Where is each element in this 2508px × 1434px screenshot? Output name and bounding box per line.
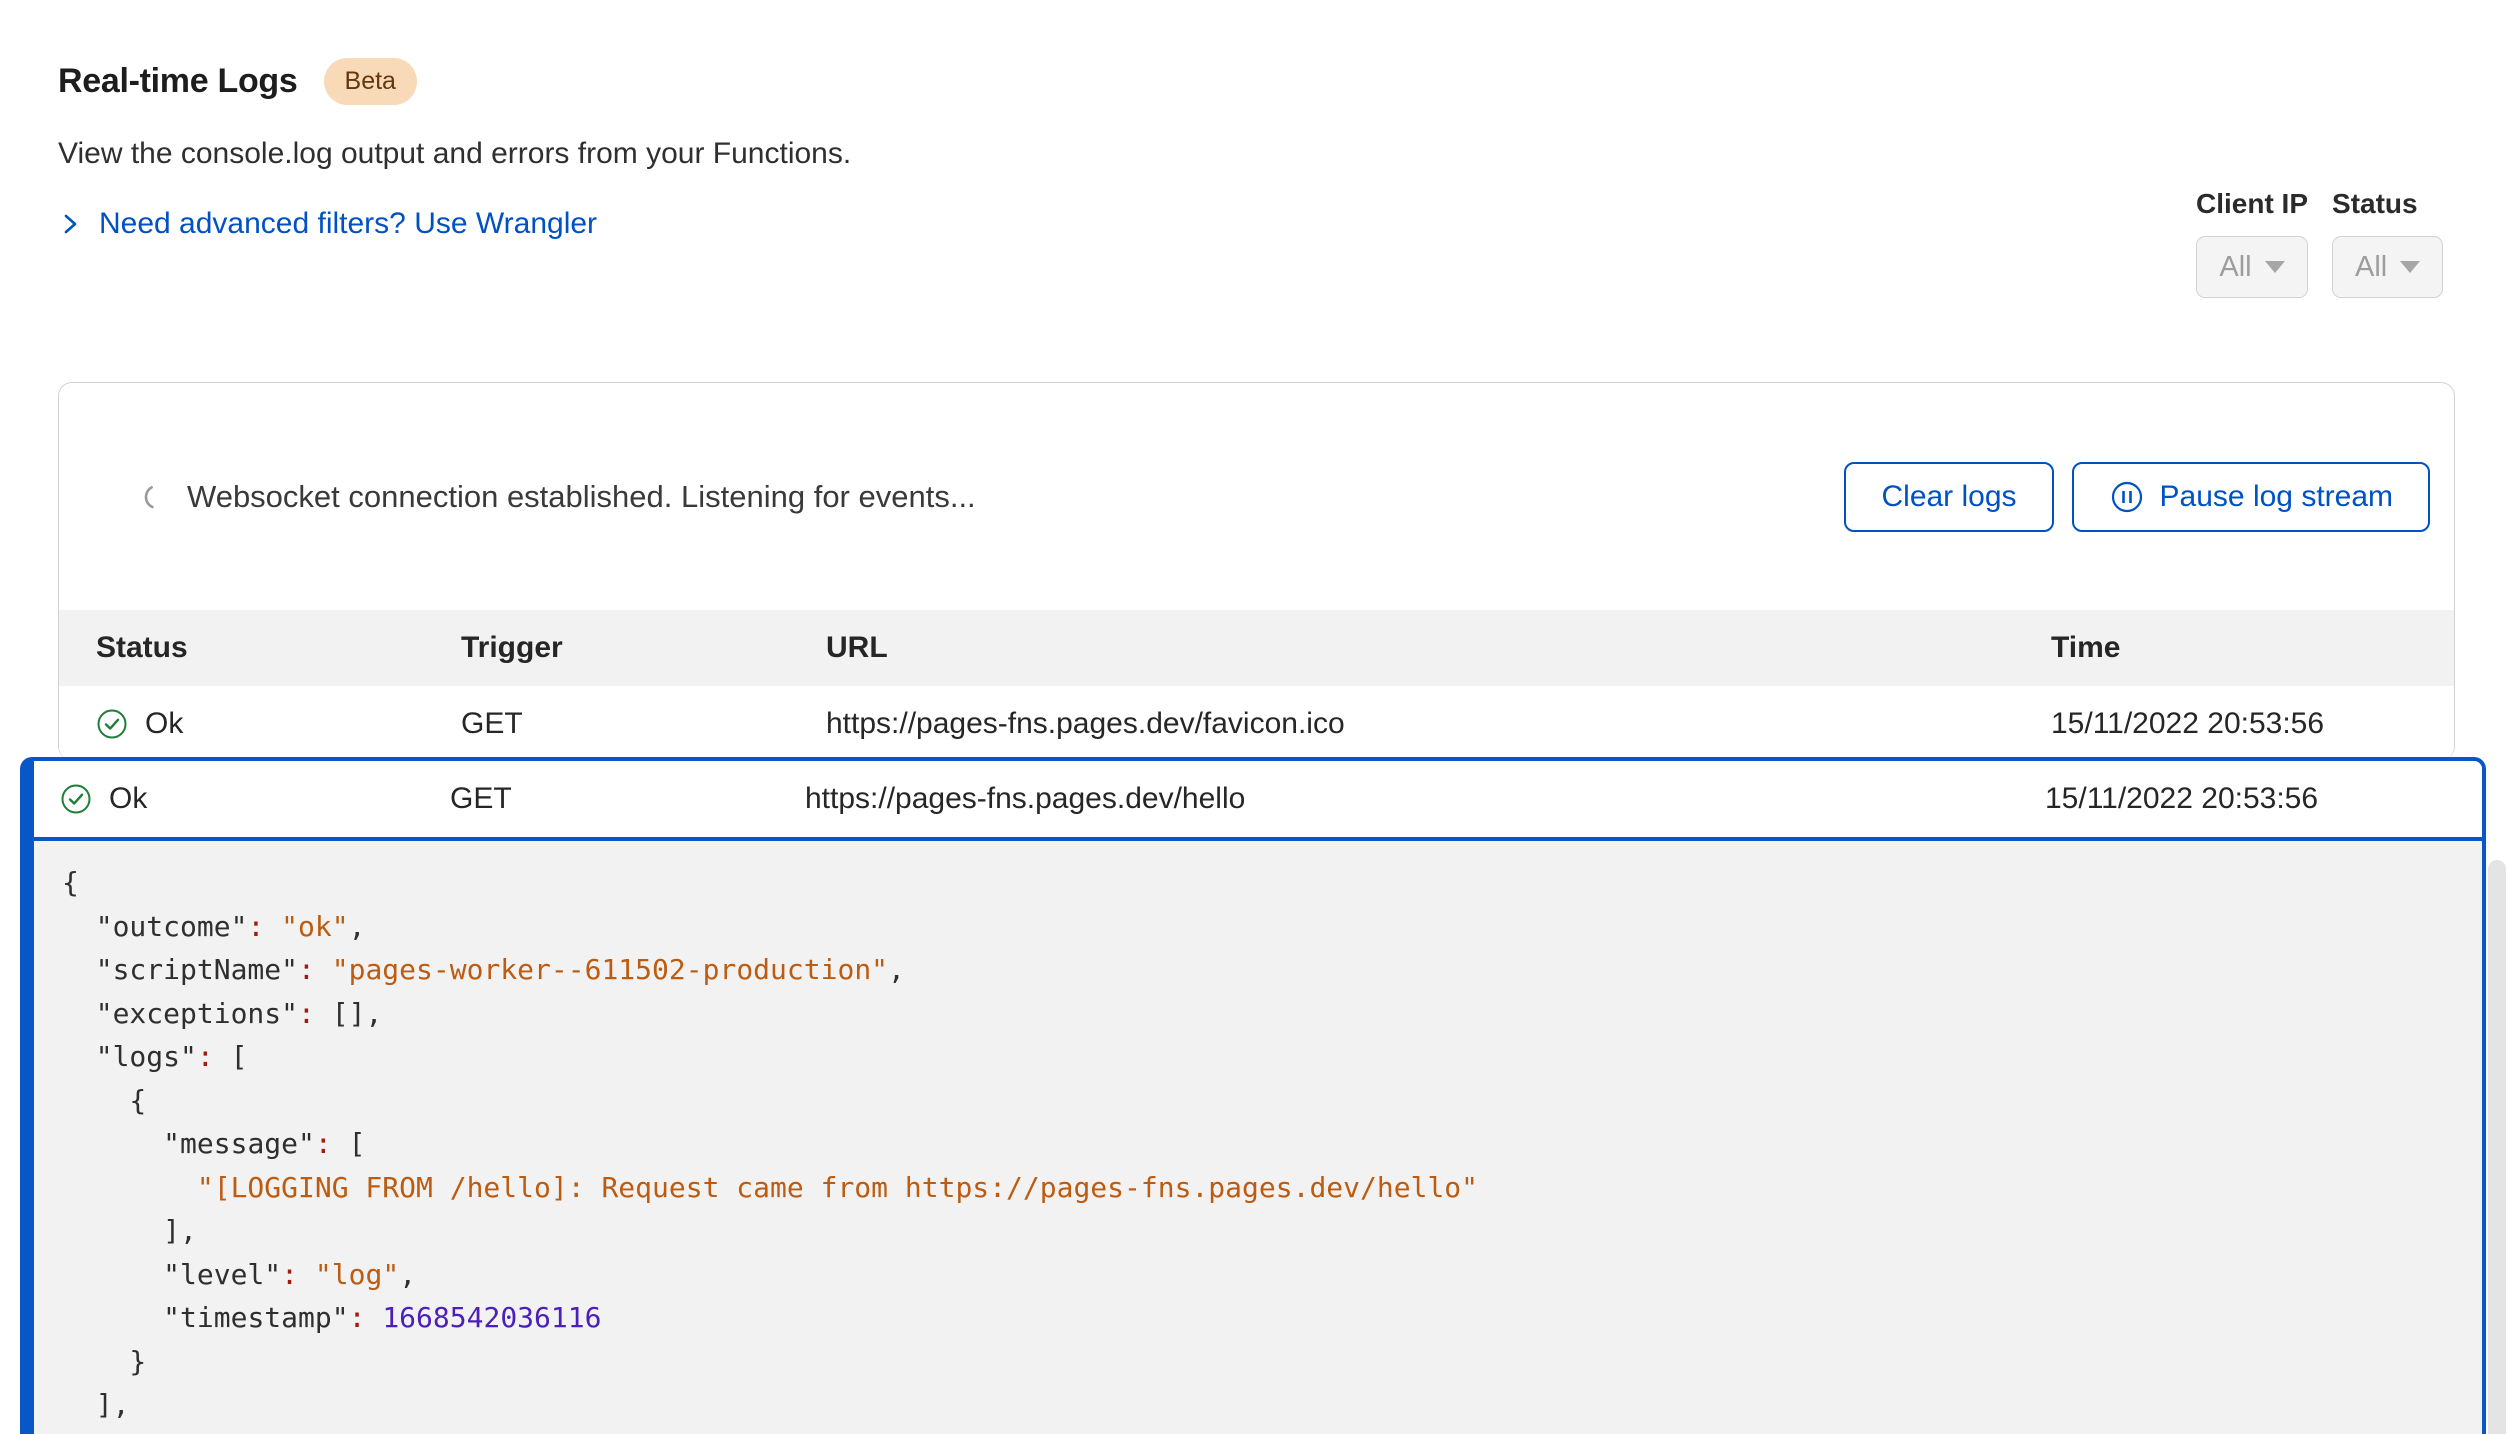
page-title: Real-time Logs (58, 62, 298, 101)
caret-down-icon (2265, 261, 2285, 273)
clear-logs-button-label: Clear logs (1881, 480, 2016, 514)
client-ip-filter-value: All (2219, 251, 2251, 284)
column-header-time: Time (2051, 631, 2434, 665)
expanded-log-entry: Ok GET https://pages-fns.pages.dev/hello… (20, 757, 2486, 1434)
wrangler-link-label: Need advanced filters? Use Wrangler (99, 207, 597, 241)
log-json-viewer: { "outcome": "ok", "scriptName": "pages-… (34, 841, 2482, 1427)
status-label: Ok (109, 782, 147, 816)
time-cell: 15/11/2022 20:53:56 (2045, 782, 2462, 816)
status-filter-dropdown[interactable]: All (2332, 236, 2443, 298)
trigger-cell: GET (450, 782, 805, 816)
page-subtitle: View the console.log output and errors f… (58, 137, 851, 171)
client-ip-filter-dropdown[interactable]: All (2196, 236, 2308, 298)
caret-down-icon (2400, 261, 2420, 273)
column-header-status: Status (96, 631, 461, 665)
chevron-right-icon (58, 209, 82, 239)
realtime-logs-page: Real-time Logs Beta View the console.log… (0, 0, 2508, 1434)
log-row-selected[interactable]: Ok GET https://pages-fns.pages.dev/hello… (34, 761, 2482, 841)
beta-badge: Beta (324, 58, 417, 105)
connection-status: Websocket connection established. Listen… (143, 479, 1844, 515)
table-header: Status Trigger URL Time (59, 610, 2454, 686)
page-header: Real-time Logs Beta View the console.log… (58, 58, 851, 241)
time-cell: 15/11/2022 20:53:56 (2051, 707, 2434, 741)
filters: Client IP All Status All (2196, 188, 2443, 298)
logs-card: Websocket connection established. Listen… (58, 382, 2455, 760)
clear-logs-button[interactable]: Clear logs (1844, 462, 2053, 532)
status-filter-label: Status (2332, 188, 2443, 220)
spinner-icon (143, 483, 171, 511)
status-cell: Ok (96, 707, 461, 741)
column-header-url: URL (826, 631, 2051, 665)
client-ip-filter-label: Client IP (2196, 188, 2308, 220)
trigger-cell: GET (461, 707, 826, 741)
pause-log-stream-button[interactable]: Pause log stream (2072, 462, 2430, 532)
pause-icon (2109, 479, 2145, 515)
column-header-trigger: Trigger (461, 631, 826, 665)
pause-log-stream-button-label: Pause log stream (2160, 480, 2393, 514)
check-circle-icon (60, 783, 92, 815)
url-cell: https://pages-fns.pages.dev/favicon.ico (826, 707, 2051, 741)
wrangler-link[interactable]: Need advanced filters? Use Wrangler (58, 207, 597, 241)
log-row[interactable]: Ok GET https://pages-fns.pages.dev/favic… (59, 686, 2454, 760)
connection-status-text: Websocket connection established. Listen… (187, 479, 976, 515)
status-filter-value: All (2355, 251, 2387, 284)
url-cell: https://pages-fns.pages.dev/hello (805, 782, 2045, 816)
status-cell: Ok (60, 782, 450, 816)
logs-toolbar: Websocket connection established. Listen… (59, 383, 2454, 610)
status-label: Ok (145, 707, 183, 741)
check-circle-icon (96, 708, 128, 740)
scrollbar-thumb[interactable] (2488, 860, 2506, 1434)
